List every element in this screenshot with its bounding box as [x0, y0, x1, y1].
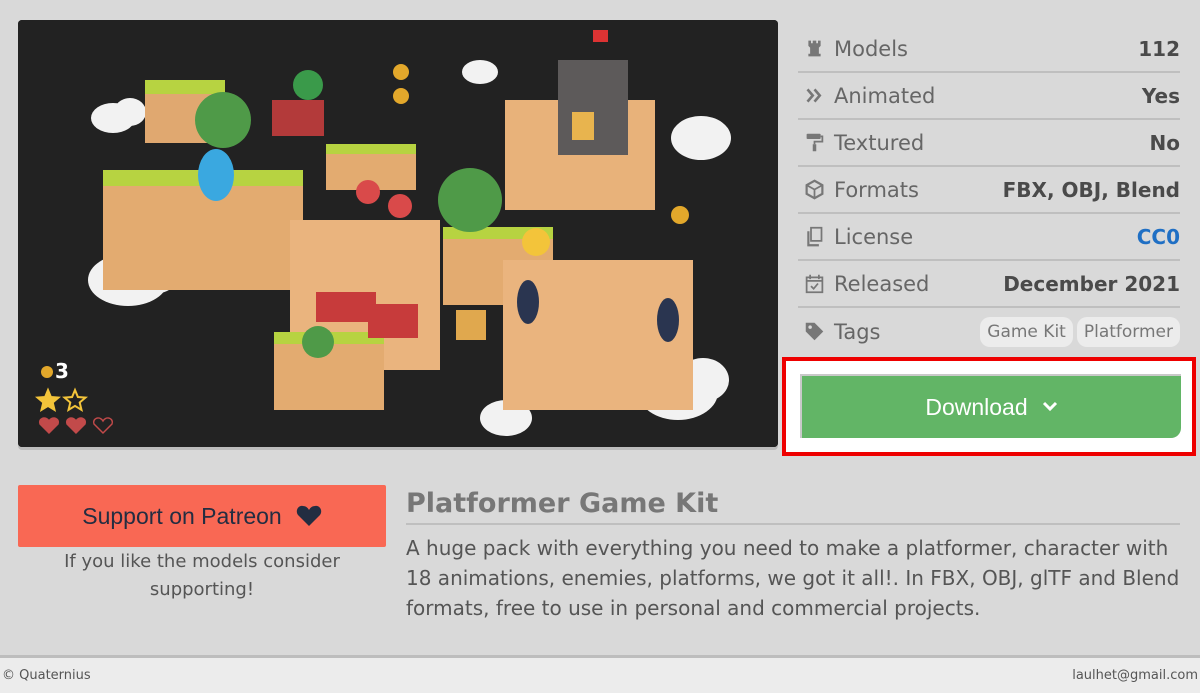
calendar-check-icon: [802, 272, 826, 296]
tag-game-kit[interactable]: Game Kit: [980, 316, 1073, 347]
paint-roller-icon: [802, 131, 826, 155]
info-row-formats: Formats FBX, OBJ, Blend: [798, 167, 1180, 214]
info-row-textured: Textured No: [798, 120, 1180, 167]
patreon-note: If you like the models consider supporti…: [64, 551, 340, 600]
info-row-license: License CC0: [798, 214, 1180, 261]
animated-value: Yes: [1141, 83, 1180, 108]
patreon-support-button[interactable]: Support on Patreon: [18, 485, 386, 547]
footer-copyright: © Quaternius: [2, 668, 91, 683]
cube-icon: [802, 178, 826, 202]
animated-label: Animated: [834, 83, 936, 108]
textured-label: Textured: [834, 130, 925, 155]
license-label: License: [834, 224, 914, 249]
info-row-released: Released December 2021: [798, 261, 1180, 308]
rook-icon: [802, 37, 826, 61]
copy-icon: [802, 225, 826, 249]
double-chevron-icon: [802, 84, 826, 108]
download-button-label: Download: [925, 393, 1028, 420]
info-row-tags: Tags Game Kit Platformer: [798, 308, 1180, 355]
asset-description: A huge pack with everything you need to …: [406, 536, 1180, 620]
asset-info-table: Models 112 Animated Yes Textured No Form…: [798, 26, 1180, 355]
released-label: Released: [834, 271, 930, 296]
asset-description-section: Platformer Game Kit A huge pack with eve…: [406, 488, 1180, 623]
info-row-models: Models 112: [798, 26, 1180, 73]
formats-label: Formats: [834, 177, 919, 202]
heart-icon: [296, 505, 322, 527]
asset-title: Platformer Game Kit: [406, 488, 1180, 525]
released-value: December 2021: [1003, 271, 1180, 296]
asset-preview-image: 3: [18, 20, 778, 447]
footer-email[interactable]: laulhet@gmail.com: [1072, 668, 1198, 683]
models-value: 112: [1138, 36, 1180, 61]
tags-label: Tags: [834, 319, 881, 344]
tag-icon: [802, 320, 826, 344]
models-label: Models: [834, 36, 908, 61]
textured-value: No: [1149, 130, 1180, 155]
coin-counter: 3: [55, 359, 69, 383]
tag-platformer[interactable]: Platformer: [1076, 316, 1180, 347]
page-footer: © Quaternius laulhet@gmail.com: [0, 655, 1200, 693]
formats-value: FBX, OBJ, Blend: [1002, 177, 1180, 202]
download-highlight-box: Download: [782, 357, 1196, 456]
info-row-animated: Animated Yes: [798, 73, 1180, 120]
chevron-down-icon: [1042, 401, 1058, 413]
download-button[interactable]: Download: [800, 374, 1181, 438]
license-link[interactable]: CC0: [1137, 225, 1180, 249]
patreon-button-label: Support on Patreon: [82, 502, 282, 529]
